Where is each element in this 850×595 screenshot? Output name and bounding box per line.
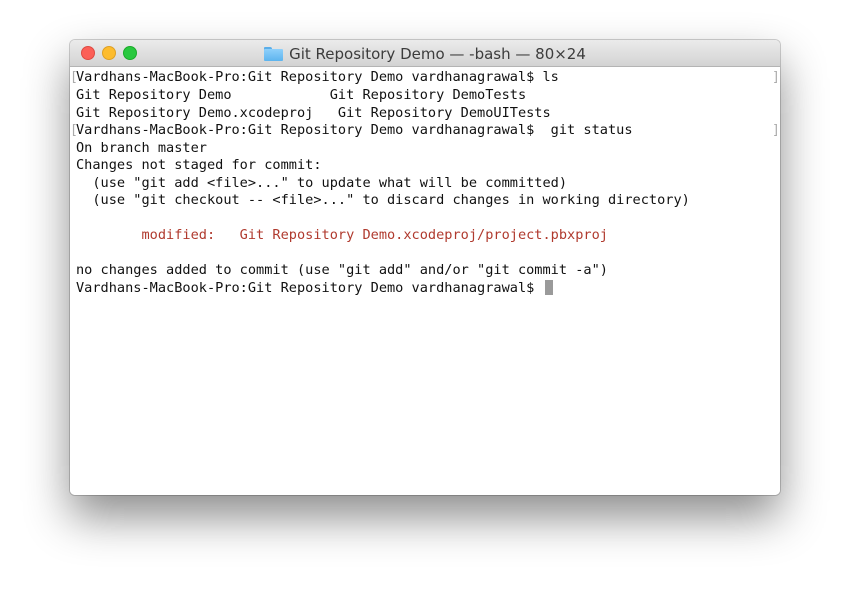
- line-marker-right: ]: [772, 70, 780, 85]
- terminal-window: Git Repository Demo — -bash — 80×24 [ ] …: [70, 40, 780, 495]
- prompt-text: Vardhans-MacBook-Pro:Git Repository Demo…: [76, 279, 543, 296]
- terminal-line: no changes added to commit (use "git add…: [76, 262, 608, 278]
- window-title: Git Repository Demo — -bash — 80×24: [70, 40, 780, 67]
- terminal-line: Vardhans-MacBook-Pro:Git Repository Demo…: [76, 69, 559, 85]
- window-title-text: Git Repository Demo — -bash — 80×24: [289, 44, 586, 63]
- terminal-content[interactable]: [ ] Vardhans-MacBook-Pro:Git Repository …: [70, 67, 780, 495]
- terminal-line: Git Repository Demo Git Repository DemoT…: [76, 87, 527, 103]
- terminal-line: (use "git add <file>..." to update what …: [76, 174, 568, 191]
- title-bar[interactable]: Git Repository Demo — -bash — 80×24: [70, 40, 780, 67]
- terminal-line: (use "git checkout -- <file>..." to disc…: [76, 192, 690, 208]
- terminal-line: On branch master: [76, 139, 207, 156]
- terminal-line: Git Repository Demo.xcodeproj Git Reposi…: [76, 104, 551, 121]
- terminal-line: Vardhans-MacBook-Pro:Git Repository Demo…: [76, 122, 633, 138]
- prompt-line[interactable]: Vardhans-MacBook-Pro:Git Repository Demo…: [76, 279, 553, 298]
- modified-file-line: modified: Git Repository Demo.xcodeproj/…: [76, 227, 608, 243]
- folder-icon: [264, 46, 284, 61]
- text-cursor: [544, 279, 553, 295]
- terminal-line: Changes not staged for commit:: [76, 157, 322, 173]
- line-marker-right: ]: [772, 123, 780, 138]
